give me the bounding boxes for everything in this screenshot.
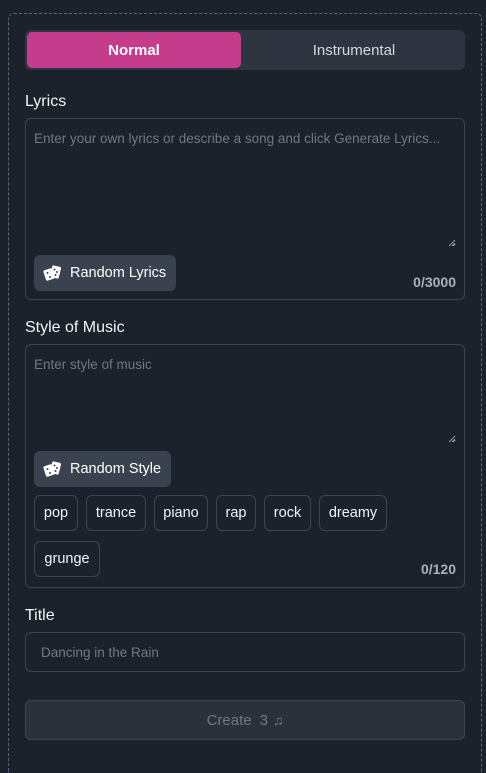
dice-icon — [42, 458, 64, 480]
lyrics-char-counter: 0/3000 — [413, 274, 456, 290]
lyrics-textarea[interactable] — [34, 130, 456, 247]
lyrics-label: Lyrics — [25, 93, 67, 110]
style-char-counter: 0/120 — [420, 561, 456, 577]
random-style-label: Random Style — [70, 461, 162, 477]
style-tag-rock[interactable]: rock — [264, 495, 311, 531]
lyrics-box: Random Lyrics 0/3000 — [25, 118, 465, 300]
style-box: Random Style pop trance piano rap rock d… — [25, 344, 465, 588]
title-label: Title — [25, 607, 55, 624]
music-note-icon: ♫ — [272, 712, 284, 728]
create-credits: 3 — [259, 711, 268, 729]
style-tag-dreamy[interactable]: dreamy — [319, 495, 387, 531]
resize-grip-icon[interactable] — [448, 435, 456, 443]
style-label: Style of Music — [25, 319, 125, 336]
random-style-button[interactable]: Random Style — [34, 451, 172, 487]
style-tag-grunge[interactable]: grunge — [34, 541, 100, 577]
random-lyrics-label: Random Lyrics — [70, 265, 167, 281]
resize-grip-icon[interactable] — [448, 239, 456, 247]
create-label: Create — [206, 711, 252, 729]
title-input[interactable] — [25, 632, 465, 672]
instrumental-mode-button[interactable]: Instrumental — [247, 32, 461, 68]
random-lyrics-button[interactable]: Random Lyrics — [34, 255, 177, 291]
style-tag-pop[interactable]: pop — [34, 495, 78, 531]
normal-mode-button[interactable]: Normal — [27, 32, 241, 68]
style-tag-rap[interactable]: rap — [216, 495, 256, 531]
style-textarea[interactable] — [34, 356, 456, 443]
mode-toggle: Normal Instrumental — [25, 30, 465, 70]
create-button[interactable]: Create 3 ♫ — [25, 700, 465, 740]
style-tag-trance[interactable]: trance — [86, 495, 146, 531]
dice-icon — [42, 262, 64, 284]
style-tag-piano[interactable]: piano — [154, 495, 208, 531]
